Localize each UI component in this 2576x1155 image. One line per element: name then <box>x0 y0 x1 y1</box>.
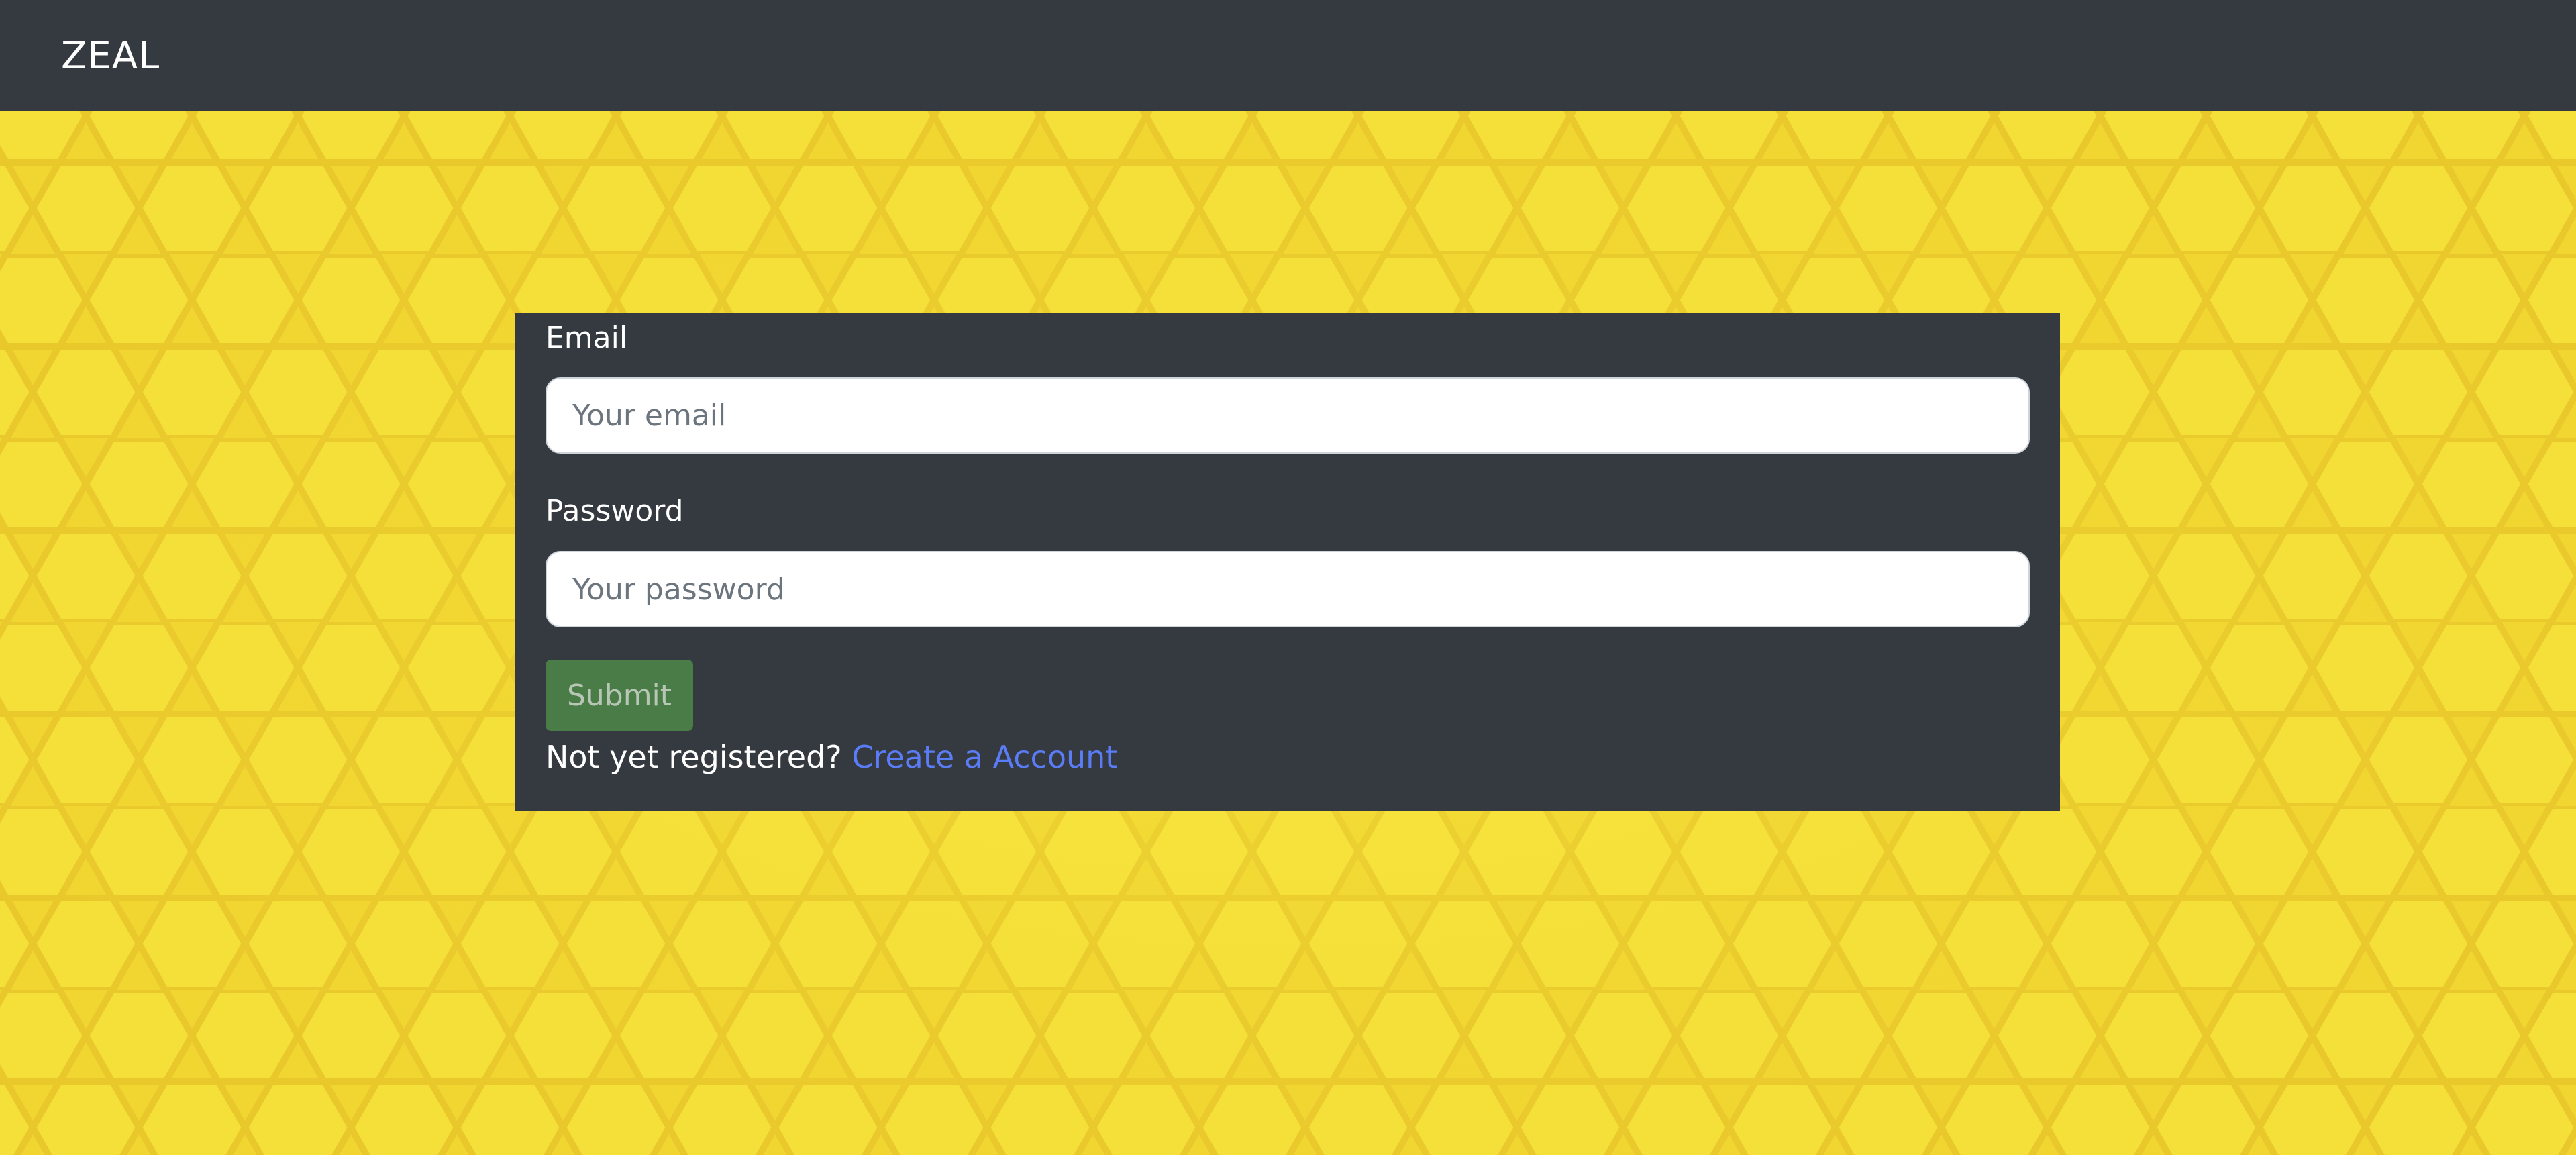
login-form-card: Email Password Submit Not yet registered… <box>515 313 2060 811</box>
top-navbar: ZEAL <box>0 0 2576 111</box>
email-label: Email <box>546 321 628 355</box>
brand-logo-text[interactable]: ZEAL <box>61 32 160 81</box>
submit-button[interactable]: Submit <box>546 660 693 731</box>
create-account-link[interactable]: Create a Account <box>852 739 1117 775</box>
register-prompt-text: Not yet registered? <box>546 739 842 775</box>
password-field[interactable] <box>546 551 2030 627</box>
password-label: Password <box>546 494 684 528</box>
email-field[interactable] <box>546 377 2030 454</box>
register-prompt-line: Not yet registered? Create a Account <box>546 737 1117 777</box>
